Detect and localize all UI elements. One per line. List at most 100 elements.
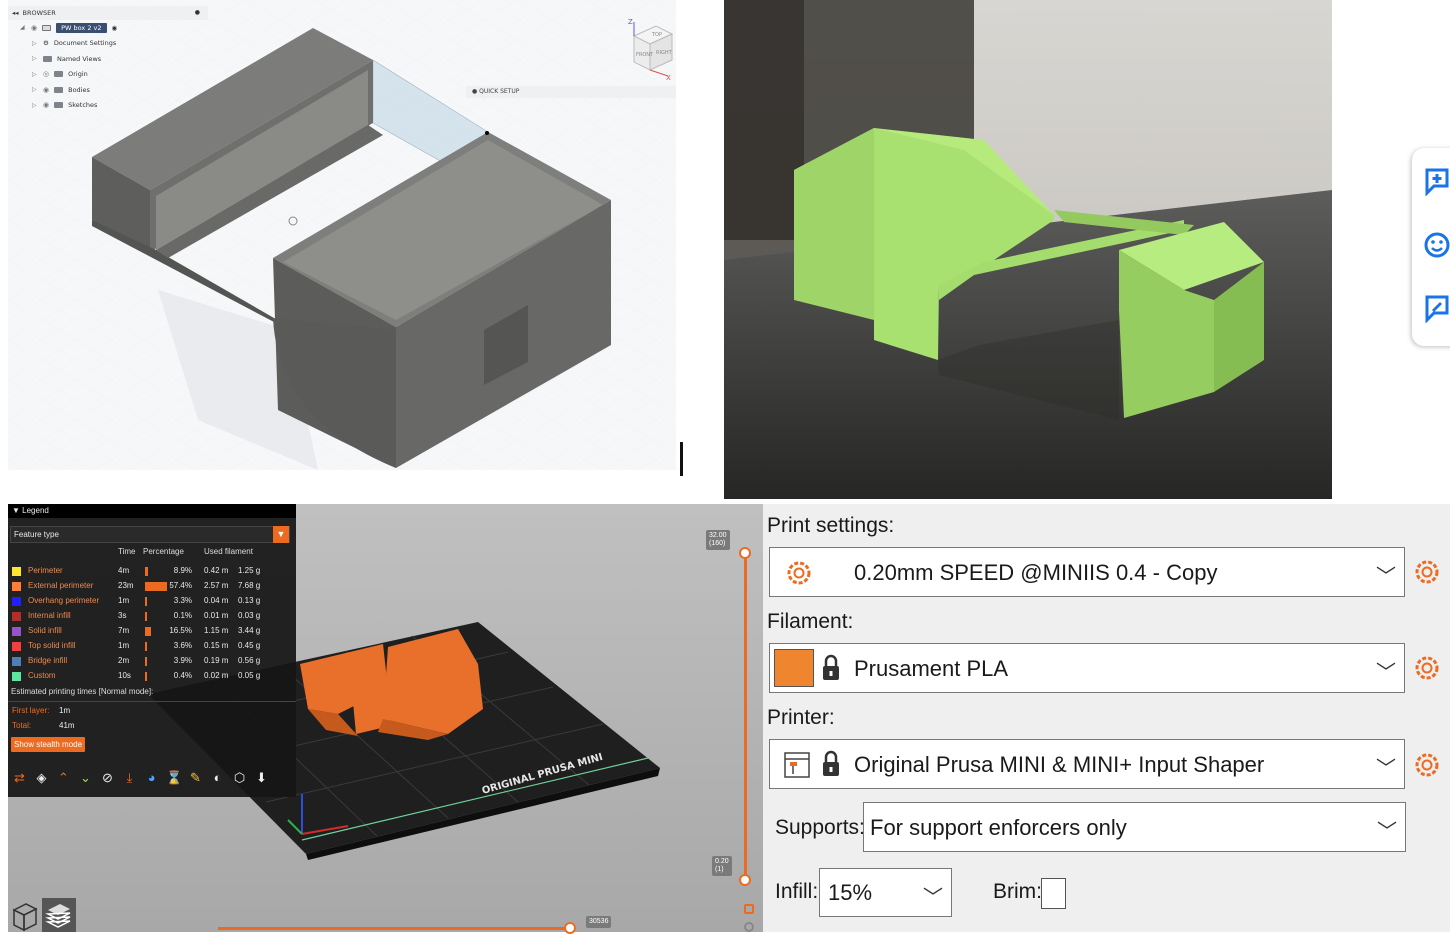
tree-item-sketches[interactable]: ▷ ◉ Sketches [8, 98, 208, 114]
infill-select[interactable]: 15% ﹀ [819, 868, 952, 917]
legend-feature-name: External perimeter [28, 581, 94, 590]
layer-top-thumb[interactable] [739, 547, 751, 559]
axis-x-label: X [666, 74, 671, 82]
chevron-down-icon: ﹀ [1376, 758, 1396, 780]
printer-label: Printer: [767, 706, 835, 729]
color-changes-icon[interactable]: ◕ [144, 770, 159, 785]
tree-item-label: Bodies [68, 85, 90, 94]
settings-cog-icon[interactable] [744, 922, 754, 932]
filament-color-swatch[interactable] [774, 649, 814, 687]
travel-icon[interactable]: ⇄ [12, 770, 27, 785]
print-settings-label: Print settings: [767, 514, 895, 537]
layer-top-index: (160) [709, 540, 726, 547]
seams-icon[interactable]: ⊘ [100, 770, 115, 785]
legend-time: 7m [118, 626, 130, 635]
layer-top-label: 32.00 (160) [706, 530, 730, 550]
legend-length: 0.19 m [204, 656, 229, 665]
legend-percentage-bar [145, 627, 152, 636]
chevron-down-icon: ﹀ [1376, 662, 1396, 684]
legend-percentage: 0.1% [173, 611, 192, 620]
tree-item-bodies[interactable]: ▷ ◉ Bodies [8, 82, 208, 98]
total-value: 41m [59, 721, 75, 730]
brim-checkbox[interactable] [1041, 878, 1066, 909]
lock-icon[interactable] [744, 904, 754, 914]
lock-icon [823, 654, 839, 680]
legend-length: 0.01 m [204, 611, 229, 620]
radio-icon[interactable]: ◉ [112, 24, 118, 32]
tool-marker-icon[interactable]: ⬇ [254, 770, 269, 785]
expand-icon[interactable]: ▷ [32, 102, 38, 109]
pin-icon[interactable]: ● [195, 6, 200, 20]
wipe-icon[interactable]: ◈ [34, 770, 49, 785]
legend-color-swatch [12, 657, 21, 666]
side-toolbar [1412, 148, 1450, 346]
legend-color-swatch [12, 642, 21, 651]
legend-color-swatch [12, 612, 21, 621]
legend-row: Top solid infill 1m 3.6% 0.15 m 0.45 g [8, 638, 296, 653]
expand-icon[interactable]: ◢ [20, 24, 26, 31]
brim-label: Brim: [993, 880, 1042, 903]
legend-percentage: 57.4% [169, 581, 192, 590]
quick-setup-bar[interactable]: ● QUICK SETUP [466, 86, 676, 98]
layer-bottom-thumb[interactable] [739, 874, 751, 886]
quick-setup-label: QUICK SETUP [479, 88, 520, 95]
browser-header[interactable]: ◂◂ BROWSER ● [8, 6, 208, 20]
print-profile-select[interactable]: 0.20mm SPEED @MINIIS 0.4 - Copy ﹀ [769, 547, 1405, 597]
eye-icon[interactable]: ◉ [31, 24, 37, 32]
legend-time: 4m [118, 566, 130, 575]
add-comment-icon[interactable] [1422, 166, 1450, 197]
shells-icon[interactable]: ⬡ [232, 770, 247, 785]
expand-icon[interactable]: ▷ [32, 40, 38, 47]
tree-item-document-settings[interactable]: ▷ ⚙ Document Settings [8, 36, 208, 52]
layer-slider-track[interactable] [744, 552, 747, 880]
legend-percentage-bar [145, 642, 147, 651]
emoji-icon[interactable] [1422, 230, 1450, 260]
chevron-down-icon: ﹀ [923, 887, 943, 909]
tool-changes-icon[interactable]: ⤓ [122, 770, 137, 785]
slicer-preview[interactable]: ORIGINAL PRUSA MINI ▼ Legend Feature typ… [8, 504, 768, 932]
filament-settings-edit-icon[interactable] [1414, 655, 1440, 681]
preview-view-icon[interactable] [42, 898, 76, 932]
show-stealth-mode-button[interactable]: Show stealth mode [11, 737, 86, 752]
eye-icon[interactable]: ◉ [43, 101, 49, 109]
move-slider-thumb[interactable] [564, 922, 576, 934]
move-slider-track[interactable] [218, 927, 573, 930]
legend-header[interactable]: ▼ Legend [8, 504, 296, 518]
chevron-down-icon[interactable]: ▼ [273, 526, 289, 543]
pause-prints-icon[interactable]: ⌛ [166, 770, 182, 785]
expand-icon[interactable]: ▷ [32, 71, 38, 78]
legend-percentage: 8.9% [173, 566, 192, 575]
eye-icon[interactable]: ◉ [43, 86, 49, 94]
legend-time: 1m [118, 596, 130, 605]
browser-panel: ◂◂ BROWSER ● ◢ ◉ PW box 2 v2 ◉ ▷ ⚙ Docum… [8, 6, 208, 113]
percentage-column-header: Percentage [143, 547, 184, 556]
tree-item-named-views[interactable]: ▷ Named Views [8, 51, 208, 67]
feature-type-value: Feature type [14, 530, 59, 539]
custom-gcode-icon[interactable]: ✎ [188, 770, 203, 785]
printer-select[interactable]: Original Prusa MINI & MINI+ Input Shaper… [769, 739, 1405, 789]
printer-value: Original Prusa MINI & MINI+ Input Shaper [854, 752, 1265, 777]
retractions-icon[interactable]: ⌃ [56, 770, 71, 785]
eye-icon[interactable]: ◎ [43, 70, 49, 78]
print-settings-edit-icon[interactable] [1414, 559, 1440, 585]
expand-icon[interactable]: ▷ [32, 86, 38, 93]
first-layer-value: 1m [59, 706, 71, 715]
legend-color-swatch [12, 627, 21, 636]
suggest-edit-icon[interactable] [1422, 293, 1450, 324]
tree-root[interactable]: ◢ ◉ PW box 2 v2 ◉ [8, 20, 208, 36]
expand-icon[interactable]: ▷ [32, 55, 38, 62]
filament-select[interactable]: Prusament PLA ﹀ [769, 643, 1405, 693]
feature-type-select[interactable]: Feature type ▼ [10, 526, 290, 543]
collapse-icon[interactable]: ◂◂ [12, 6, 19, 20]
legend-time: 23m [118, 581, 134, 590]
supports-select[interactable]: For support enforcers only ﹀ [863, 802, 1406, 852]
cad-viewport[interactable]: ◂◂ BROWSER ● ◢ ◉ PW box 2 v2 ◉ ▷ ⚙ Docum… [8, 0, 676, 470]
viewcube-front-label: FRONT [636, 52, 654, 58]
center-of-gravity-icon[interactable]: ◐ [210, 770, 225, 785]
viewcube[interactable]: TOP FRONT RIGHT Z X [622, 14, 676, 82]
printer-settings-edit-icon[interactable] [1414, 752, 1440, 778]
tree-item-label: Document Settings [53, 39, 117, 48]
3d-view-icon[interactable] [8, 898, 42, 932]
deretractions-icon[interactable]: ⌄ [78, 770, 93, 785]
tree-item-origin[interactable]: ▷ ◎ Origin [8, 67, 208, 83]
